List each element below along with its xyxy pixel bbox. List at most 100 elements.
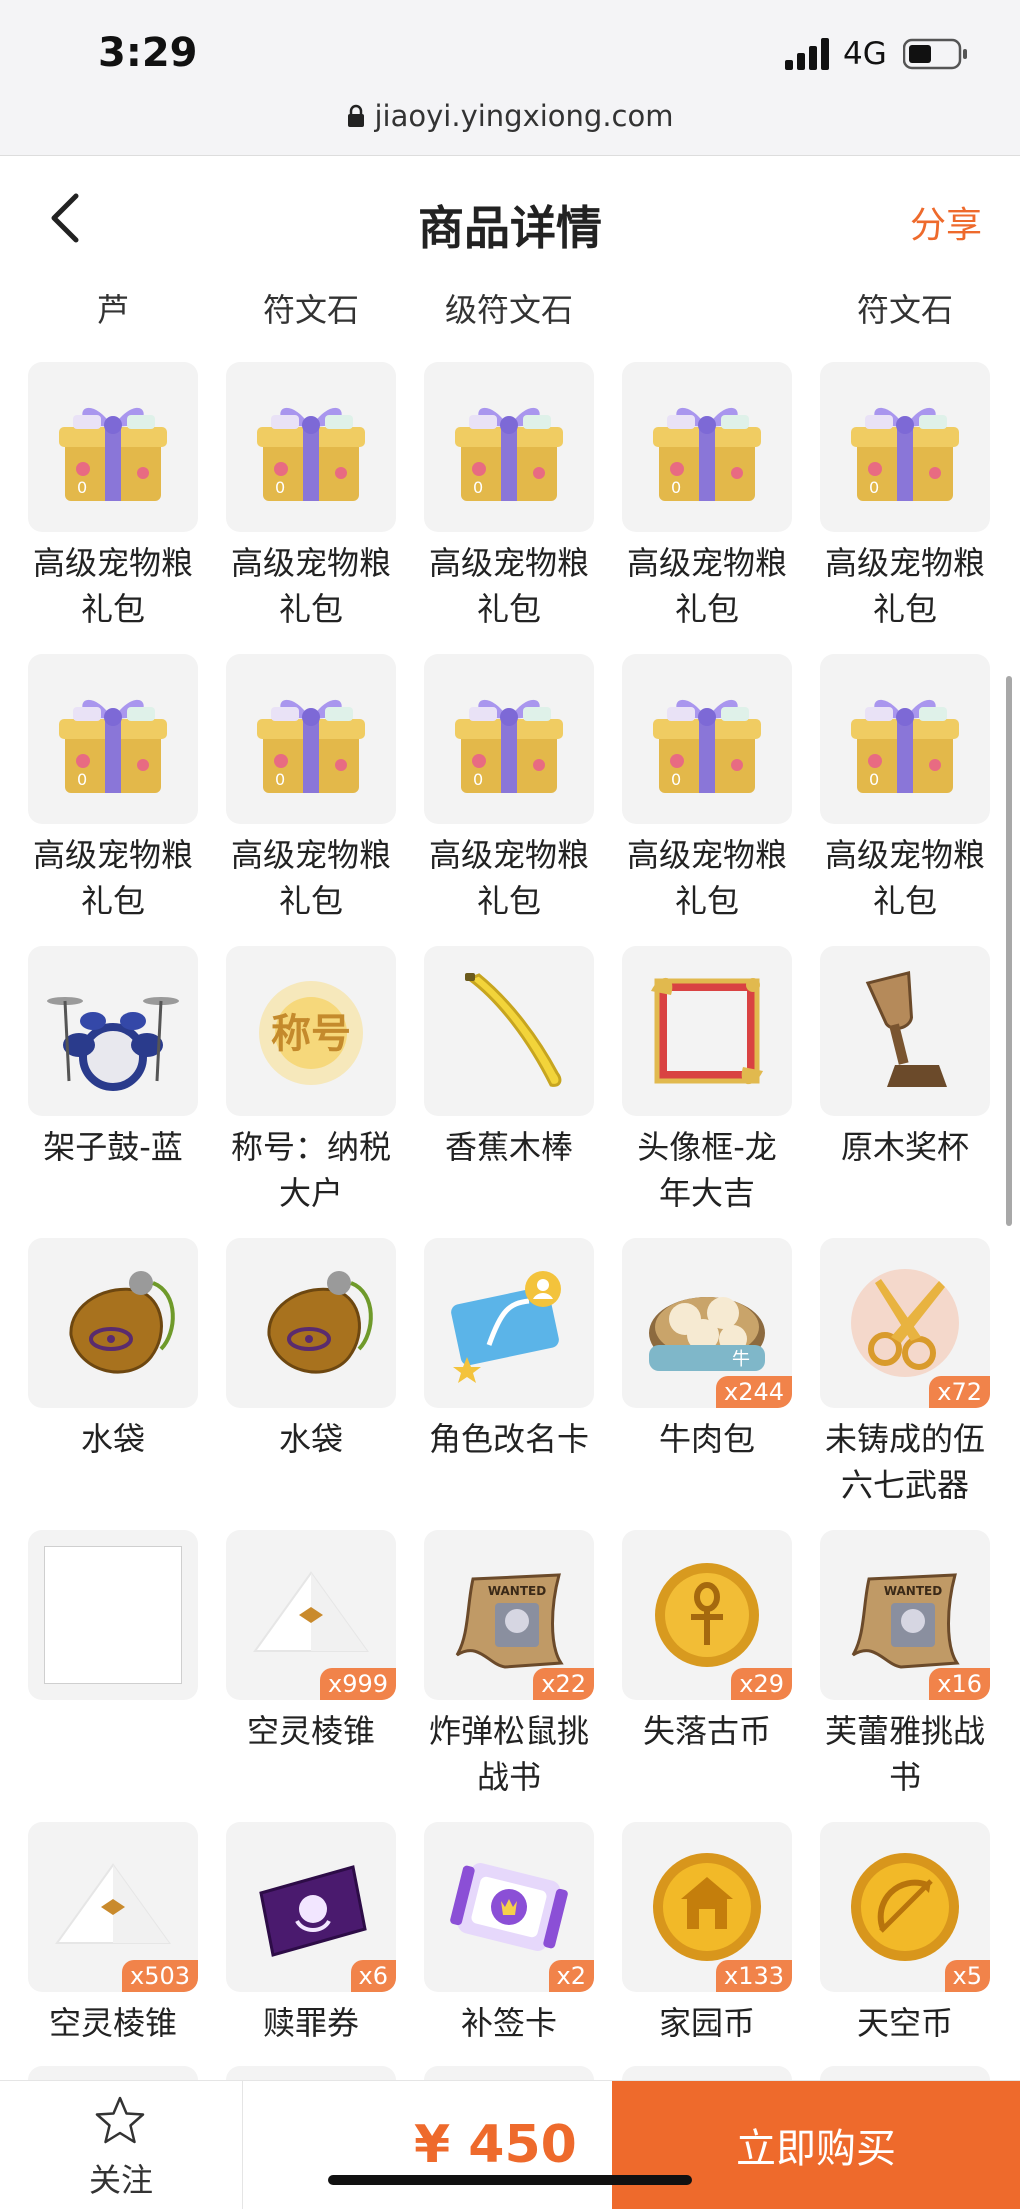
item-card[interactable]: 0 高级宠物粮礼包 — [28, 654, 198, 946]
item-tile: x999 — [226, 1530, 396, 1700]
bottom-action-bar: 关注 ¥ 450 立即购买 — [0, 2080, 1020, 2209]
quantity-badge: x999 — [319, 1668, 396, 1700]
gift-box-icon: 0 — [257, 699, 365, 793]
item-card[interactable]: 水袋 — [226, 1238, 396, 1530]
share-button[interactable]: 分享 — [910, 196, 982, 248]
item-card[interactable]: 0 高级宠物粮礼包 — [226, 362, 396, 654]
status-time: 3:29 — [98, 30, 198, 76]
cellular-signal-icon — [785, 38, 829, 70]
rename-card-icon — [451, 1271, 561, 1383]
item-card[interactable]: 0 高级宠物粮礼包 — [622, 654, 792, 946]
item-name: 架子鼓-蓝 — [43, 1128, 183, 1166]
item-tile: 0 — [226, 362, 396, 532]
item-tile: 0 — [424, 654, 594, 824]
svg-text:称号: 称号 — [271, 1011, 351, 1057]
trophy-icon — [865, 970, 947, 1087]
quantity-badge: x6 — [350, 1960, 396, 1992]
follow-button[interactable]: 关注 — [0, 2081, 243, 2209]
item-card[interactable]: 头像框-龙年大吉 — [622, 946, 792, 1238]
item-name: 高级宠物粮礼包 — [824, 836, 985, 920]
item-tile: 0 — [820, 654, 990, 824]
item-tile — [226, 1238, 396, 1408]
item-card[interactable]: x29 失落古币 — [622, 1530, 792, 1822]
svg-text:0: 0 — [671, 770, 681, 789]
battery-icon — [903, 38, 967, 70]
item-card[interactable]: 角色改名卡 — [424, 1238, 594, 1530]
item-name: 高级宠物粮礼包 — [626, 544, 787, 628]
item-name: 天空币 — [856, 2004, 953, 2042]
item-name: 补签卡 — [460, 2004, 557, 2042]
item-card[interactable]: 香蕉木棒 — [424, 946, 594, 1238]
item-card[interactable]: 0 高级宠物粮礼包 — [820, 362, 990, 654]
item-tile — [28, 1530, 198, 1700]
item-name: 高级宠物粮礼包 — [32, 544, 193, 628]
svg-text:0: 0 — [473, 478, 483, 497]
banana-icon — [465, 973, 562, 1087]
item-card[interactable]: x999 空灵棱锥 — [226, 1530, 396, 1822]
item-card[interactable]: 架子鼓-蓝 — [28, 946, 198, 1238]
item-tile — [424, 1238, 594, 1408]
steamed-bun-icon: 牛 — [649, 1297, 765, 1371]
item-card[interactable]: 0 高级宠物粮礼包 — [622, 362, 792, 654]
water-bag-icon — [69, 1271, 175, 1374]
avatar-frame-icon — [651, 977, 763, 1085]
item-card[interactable]: WANTED x22 炸弹松鼠挑战书 — [424, 1530, 594, 1822]
item-card[interactable]: 原木奖杯 — [820, 946, 990, 1238]
item-name: 家园币 — [658, 2004, 755, 2042]
gift-box-icon: 0 — [59, 699, 167, 793]
item-name: 高级宠物粮礼包 — [230, 836, 391, 920]
quantity-badge: x29 — [731, 1668, 792, 1700]
top-label: 芦 — [96, 291, 129, 329]
item-name: 炸弹松鼠挑战书 — [428, 1712, 589, 1796]
network-type: 4G — [843, 36, 887, 72]
item-name: 牛肉包 — [658, 1420, 755, 1458]
svg-text:0: 0 — [869, 478, 879, 497]
gift-box-icon: 0 — [851, 407, 959, 501]
quantity-badge: x503 — [121, 1960, 198, 1992]
item-tile: WANTED x22 — [424, 1530, 594, 1700]
item-card[interactable]: 0 高级宠物粮礼包 — [28, 362, 198, 654]
item-tile — [820, 946, 990, 1116]
item-name: 水袋 — [80, 1420, 145, 1458]
buy-now-button[interactable]: 立即购买 — [612, 2081, 1020, 2209]
item-name: 未铸成的伍六七武器 — [824, 1420, 985, 1504]
item-card[interactable]: 0 高级宠物粮礼包 — [820, 654, 990, 946]
item-card[interactable]: 0 高级宠物粮礼包 — [424, 654, 594, 946]
gift-box-icon: 0 — [653, 407, 761, 501]
scrollbar[interactable] — [1006, 676, 1012, 1226]
pyramid-icon — [253, 1571, 369, 1652]
wanted-scroll-icon: WANTED — [455, 1573, 564, 1669]
item-card[interactable] — [28, 1530, 198, 1822]
item-card[interactable]: x72 未铸成的伍六七武器 — [820, 1238, 990, 1530]
item-name: 高级宠物粮礼包 — [824, 544, 985, 628]
quantity-badge: x16 — [929, 1668, 990, 1700]
item-tile: 0 — [226, 654, 396, 824]
item-card[interactable]: 水袋 — [28, 1238, 198, 1530]
item-tile — [424, 946, 594, 1116]
svg-text:0: 0 — [869, 770, 879, 789]
item-name: 高级宠物粮礼包 — [428, 836, 589, 920]
scissors-icon — [851, 1269, 959, 1377]
quantity-badge: x2 — [548, 1960, 594, 1992]
item-name: 称号：纳税大户 — [230, 1128, 391, 1212]
price-label: ¥ 450 — [414, 2115, 577, 2175]
item-card[interactable]: 0 高级宠物粮礼包 — [424, 362, 594, 654]
url-bar[interactable]: jiaoyi.yingxiong.com — [0, 96, 1020, 136]
sky-coin-icon — [851, 1853, 959, 1961]
quantity-badge: x133 — [715, 1960, 792, 1992]
item-tile: 0 — [28, 362, 198, 532]
sign-in-card-icon — [450, 1863, 568, 1951]
gift-box-icon: 0 — [653, 699, 761, 793]
item-card[interactable]: 称号称号：纳税大户 — [226, 946, 396, 1238]
item-tile: x503 — [28, 1822, 198, 1992]
top-label: 符文石 — [262, 291, 359, 329]
pyramid-icon — [55, 1863, 171, 1944]
item-tile: 0 — [622, 654, 792, 824]
ancient-coin-icon — [655, 1563, 759, 1667]
item-name: 香蕉木棒 — [444, 1128, 573, 1166]
item-card[interactable]: 0 高级宠物粮礼包 — [226, 654, 396, 946]
item-card[interactable]: WANTED x16 芙蕾雅挑战书 — [820, 1530, 990, 1822]
water-bag-icon — [267, 1271, 373, 1374]
item-card[interactable]: 牛 x244 牛肉包 — [622, 1238, 792, 1530]
quantity-badge: x22 — [533, 1668, 594, 1700]
